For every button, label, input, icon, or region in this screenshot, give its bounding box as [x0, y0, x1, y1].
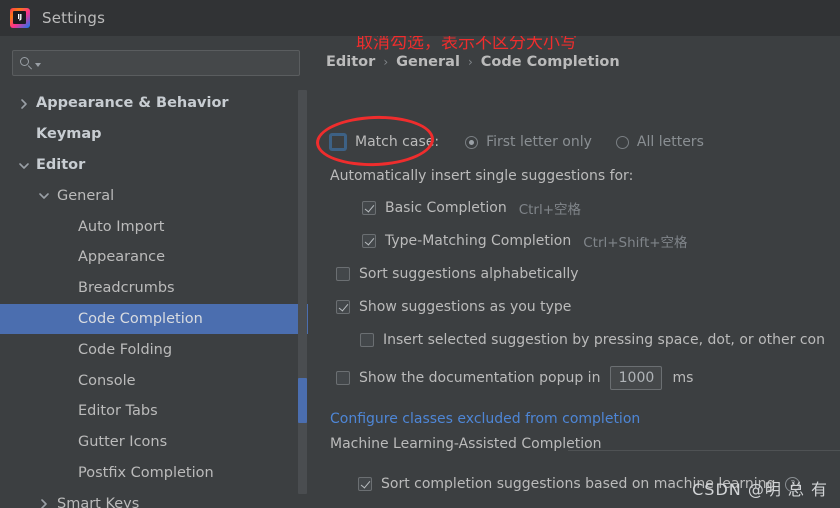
show-suggestions-label: Show suggestions as you type [359, 299, 572, 315]
first-letter-only-radio[interactable] [465, 135, 479, 149]
ml-group-title: Machine Learning-Assisted Completion [330, 436, 602, 452]
sidebar-item-label: Code Folding [78, 341, 173, 358]
chevron-down-icon[interactable] [38, 190, 50, 202]
first-letter-only-label: First letter only [486, 134, 592, 150]
sidebar-item-postfix-completion[interactable]: Postfix Completion [0, 458, 308, 489]
sidebar-item-label: Breadcrumbs [78, 280, 175, 297]
doc-popup-delay-input[interactable]: 1000 [610, 366, 663, 390]
sidebar-item-code-folding[interactable]: Code Folding [0, 334, 308, 365]
sidebar-item-label: Smart Keys [57, 495, 140, 508]
sidebar-item-label: Gutter Icons [78, 434, 168, 451]
auto-insert-title: Automatically insert single suggestions … [330, 168, 634, 184]
sidebar-item-smart-keys[interactable]: Smart Keys [0, 488, 308, 508]
type-matching-completion-label: Type-Matching Completion [385, 233, 572, 249]
sidebar-item-label: Postfix Completion [78, 464, 214, 481]
title-bar: IJ Settings [0, 0, 840, 36]
ml-group-separator [568, 450, 840, 451]
basic-completion-checkbox[interactable] [362, 201, 376, 215]
type-matching-completion-shortcut: Ctrl+Shift+空格 [583, 235, 688, 251]
doc-popup-unit-label: ms [672, 370, 694, 386]
breadcrumb-item-general[interactable]: General [396, 54, 460, 70]
sidebar-item-breadcrumbs[interactable]: Breadcrumbs [0, 273, 308, 304]
sidebar-item-general[interactable]: General [0, 180, 308, 211]
doc-popup-label: Show the documentation popup in [359, 370, 601, 386]
chevron-down-icon[interactable] [18, 160, 30, 172]
watermark: CSDN @明 总 有 [692, 480, 828, 499]
breadcrumb-separator-icon: › [383, 55, 389, 69]
search-dropdown-caret-icon[interactable] [35, 62, 41, 67]
window-title: Settings [42, 9, 106, 27]
match-case-checkbox[interactable] [330, 134, 346, 150]
insert-selected-suggestion-row[interactable]: Insert selected suggestion by pressing s… [360, 332, 825, 348]
sort-alphabetically-checkbox[interactable] [336, 267, 350, 281]
search-icon [20, 56, 33, 70]
sidebar-item-label: Editor Tabs [78, 403, 158, 420]
settings-tree: Appearance & Behavior Keymap Editor General… [0, 88, 308, 508]
show-suggestions-row[interactable]: Show suggestions as you type [336, 299, 571, 315]
sidebar-item-label: Keymap [36, 126, 102, 143]
sort-alphabetically-label: Sort suggestions alphabetically [359, 266, 579, 282]
sidebar-item-gutter-icons[interactable]: Gutter Icons [0, 427, 308, 458]
type-matching-completion-row[interactable]: Type-Matching Completion Ctrl+Shift+空格 [362, 231, 688, 251]
sidebar-item-appearance-behavior[interactable]: Appearance & Behavior [0, 88, 308, 119]
match-case-all-letters-option[interactable]: All letters [615, 134, 704, 150]
annotation-text: 取消勾选，表示不区分大小写 [356, 36, 577, 53]
sidebar-item-label: Appearance & Behavior [36, 95, 229, 112]
all-letters-label: All letters [636, 134, 704, 150]
type-matching-completion-checkbox[interactable] [362, 234, 376, 248]
chevron-right-icon[interactable] [18, 98, 30, 110]
sidebar-item-editor-tabs[interactable]: Editor Tabs [0, 396, 308, 427]
sidebar-scrollbar-thumb[interactable] [298, 378, 307, 423]
breadcrumb-separator-icon: › [467, 55, 473, 69]
sidebar-item-auto-import[interactable]: Auto Import [0, 211, 308, 242]
doc-popup-checkbox[interactable] [336, 371, 350, 385]
sidebar-item-editor[interactable]: Editor [0, 150, 308, 181]
settings-window: IJ Settings Appearance & Behavior Keymap E… [0, 0, 840, 508]
sidebar-item-code-completion[interactable]: Code Completion [0, 303, 308, 335]
chevron-right-icon[interactable] [38, 498, 50, 508]
sidebar-item-label: Code Completion [78, 310, 203, 327]
basic-completion-row[interactable]: Basic Completion Ctrl+空格 [362, 198, 581, 218]
insert-selected-suggestion-checkbox[interactable] [360, 333, 374, 347]
match-case-label: Match case: [355, 134, 440, 150]
basic-completion-label: Basic Completion [385, 200, 507, 216]
sidebar-item-label: General [57, 187, 115, 204]
code-completion-settings-pane: 取消勾选，表示不区分大小写 Editor › General › Code Co… [308, 36, 840, 508]
basic-completion-shortcut: Ctrl+空格 [518, 202, 582, 218]
excluded-classes-link-row: Configure classes excluded from completi… [330, 411, 640, 427]
sidebar-scrollbar-track[interactable] [298, 90, 307, 494]
sidebar-item-label: Console [78, 372, 136, 389]
match-case-first-letter-option[interactable]: First letter only [465, 134, 592, 150]
sidebar-item-keymap[interactable]: Keymap [0, 119, 308, 150]
sort-alphabetically-row[interactable]: Sort suggestions alphabetically [336, 266, 579, 282]
doc-popup-row: Show the documentation popup in 1000 ms [336, 366, 693, 390]
breadcrumb-item-editor[interactable]: Editor [326, 54, 375, 70]
all-letters-radio[interactable] [615, 135, 629, 149]
intellij-idea-logo-icon: IJ [10, 8, 30, 28]
configure-excluded-classes-link[interactable]: Configure classes excluded from completi… [330, 411, 640, 427]
sidebar-item-console[interactable]: Console [0, 365, 308, 396]
breadcrumb-item-code-completion: Code Completion [480, 54, 620, 70]
sidebar-item-label: Appearance [78, 249, 166, 266]
match-case-row: Match case: First letter only All letter… [330, 134, 704, 150]
insert-selected-suggestion-label: Insert selected suggestion by pressing s… [383, 332, 825, 348]
show-suggestions-checkbox[interactable] [336, 300, 350, 314]
search-input[interactable] [12, 50, 300, 76]
settings-sidebar: Appearance & Behavior Keymap Editor General… [0, 36, 308, 508]
sidebar-item-label: Auto Import [78, 218, 165, 235]
sidebar-item-label: Editor [36, 156, 86, 173]
breadcrumb: Editor › General › Code Completion [326, 54, 620, 70]
sidebar-item-appearance[interactable]: Appearance [0, 242, 308, 273]
sort-ml-checkbox[interactable] [358, 477, 372, 491]
